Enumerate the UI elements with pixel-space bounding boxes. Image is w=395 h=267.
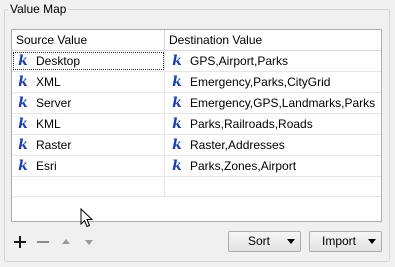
import-button[interactable]: Import bbox=[309, 231, 382, 252]
empty-table-row[interactable] bbox=[12, 177, 381, 197]
constant-k-icon: k bbox=[18, 158, 28, 174]
remove-row-button[interactable] bbox=[35, 234, 51, 250]
constant-k-icon: k bbox=[172, 95, 182, 111]
sort-button[interactable]: Sort bbox=[228, 231, 301, 252]
constant-k-icon: k bbox=[172, 137, 182, 153]
import-button-label: Import bbox=[322, 234, 357, 248]
arrow-down-icon bbox=[85, 240, 93, 245]
constant-k-icon: k bbox=[18, 74, 28, 90]
constant-k-icon: k bbox=[172, 158, 182, 174]
empty-destination-cell[interactable] bbox=[165, 177, 381, 197]
source-value: KML bbox=[36, 117, 61, 131]
table-row[interactable]: k Raster k Raster,Addresses bbox=[12, 135, 381, 156]
column-header-source[interactable]: Source Value bbox=[12, 30, 165, 50]
minus-icon bbox=[37, 241, 49, 243]
add-row-button[interactable] bbox=[12, 234, 28, 250]
destination-value: Parks,Railroads,Roads bbox=[190, 117, 313, 131]
mouse-cursor-icon bbox=[80, 208, 94, 228]
destination-value: Raster,Addresses bbox=[190, 138, 285, 152]
empty-source-cell[interactable] bbox=[12, 177, 165, 196]
source-value: Server bbox=[36, 96, 72, 110]
destination-value: Emergency,Parks,CityGrid bbox=[190, 75, 331, 89]
column-header-destination[interactable]: Destination Value bbox=[165, 30, 381, 50]
source-cell[interactable]: k Server bbox=[12, 93, 165, 113]
table-rows: k Desktop k GPS,Airport,Parks k XML k Emerge… bbox=[12, 51, 381, 197]
value-map-table[interactable]: Source Value Destination Value k Desktop … bbox=[11, 29, 382, 222]
sort-button-label: Sort bbox=[248, 234, 271, 248]
source-value: XML bbox=[36, 75, 61, 89]
table-row[interactable]: k Esri k Parks,Zones,Airport bbox=[12, 156, 381, 177]
destination-cell[interactable]: k Raster,Addresses bbox=[165, 135, 381, 155]
move-down-button[interactable] bbox=[81, 234, 97, 250]
source-cell[interactable]: k Raster bbox=[12, 135, 165, 155]
source-value: Esri bbox=[36, 159, 57, 173]
table-row[interactable]: k XML k Emergency,Parks,CityGrid bbox=[12, 72, 381, 93]
source-cell[interactable]: k KML bbox=[12, 114, 165, 134]
chevron-down-icon bbox=[287, 239, 295, 244]
source-cell[interactable]: k XML bbox=[12, 72, 165, 92]
source-value: Desktop bbox=[36, 54, 81, 68]
constant-k-icon: k bbox=[18, 137, 28, 153]
constant-k-icon: k bbox=[18, 116, 28, 132]
source-cell[interactable]: k Esri bbox=[12, 156, 165, 176]
constant-k-icon: k bbox=[172, 116, 182, 132]
group-title: Value Map bbox=[8, 2, 69, 17]
move-up-button[interactable] bbox=[58, 234, 74, 250]
destination-cell[interactable]: k Emergency,Parks,CityGrid bbox=[165, 72, 381, 92]
constant-k-icon: k bbox=[172, 53, 182, 69]
constant-k-icon: k bbox=[172, 74, 182, 90]
destination-cell[interactable]: k GPS,Airport,Parks bbox=[165, 51, 381, 71]
destination-cell[interactable]: k Parks,Railroads,Roads bbox=[165, 114, 381, 134]
table-row[interactable]: k Desktop k GPS,Airport,Parks bbox=[12, 51, 381, 72]
chevron-down-icon bbox=[368, 239, 376, 244]
destination-cell[interactable]: k Emergency,GPS,Landmarks,Parks bbox=[165, 93, 381, 113]
source-value: Raster bbox=[36, 138, 72, 152]
arrow-up-icon bbox=[62, 239, 70, 244]
plus-icon bbox=[14, 236, 26, 248]
destination-value: Emergency,GPS,Landmarks,Parks bbox=[190, 96, 376, 110]
destination-value: GPS,Airport,Parks bbox=[190, 54, 289, 68]
constant-k-icon: k bbox=[18, 95, 28, 111]
destination-value: Parks,Zones,Airport bbox=[190, 159, 297, 173]
source-cell[interactable]: k Desktop bbox=[12, 51, 165, 71]
table-row[interactable]: k KML k Parks,Railroads,Roads bbox=[12, 114, 381, 135]
table-header: Source Value Destination Value bbox=[12, 30, 381, 51]
constant-k-icon: k bbox=[18, 53, 28, 69]
destination-cell[interactable]: k Parks,Zones,Airport bbox=[165, 156, 381, 176]
table-row[interactable]: k Server k Emergency,GPS,Landmarks,Parks bbox=[12, 93, 381, 114]
